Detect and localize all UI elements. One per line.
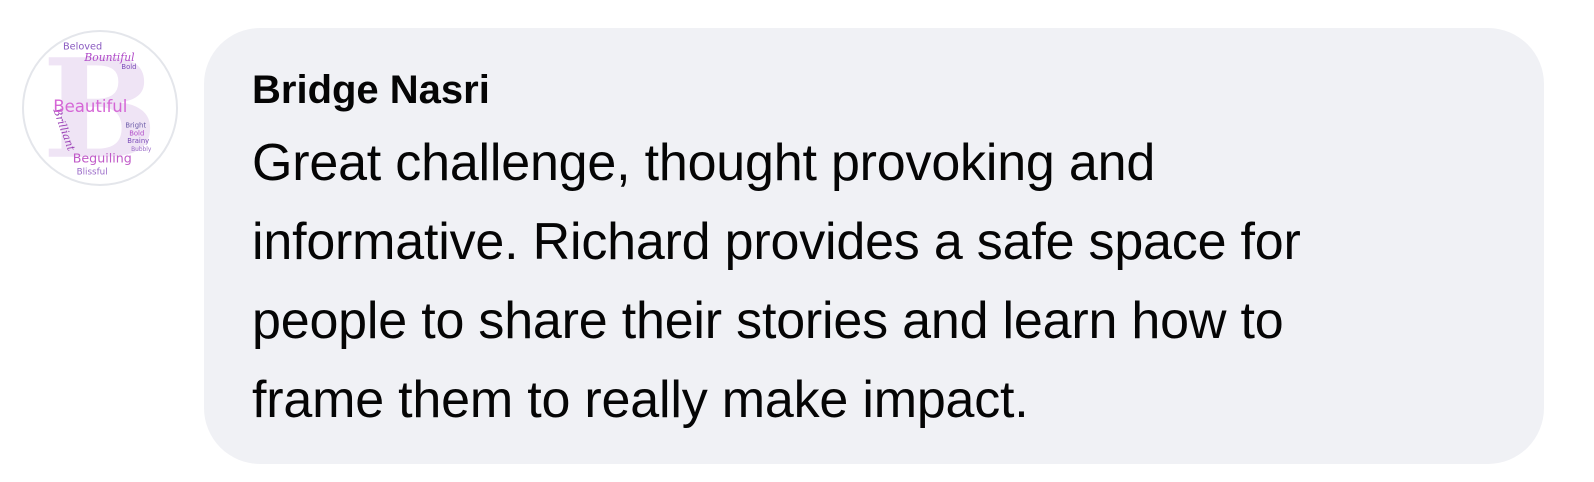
comment-author-name[interactable]: Bridge Nasri (252, 66, 1504, 114)
comment-bubble: Bridge Nasri Great challenge, thought pr… (204, 28, 1544, 464)
svg-text:Brainy: Brainy (127, 137, 149, 145)
svg-text:Blissful: Blissful (77, 167, 108, 177)
word-cloud-b-icon: B Beloved Bountiful Bold Brilliant Beaut… (42, 32, 157, 184)
svg-text:Bold: Bold (129, 129, 144, 137)
avatar[interactable]: B Beloved Bountiful Bold Brilliant Beaut… (22, 30, 178, 186)
svg-text:Beguiling: Beguiling (73, 151, 132, 166)
svg-text:Beautiful: Beautiful (53, 97, 127, 116)
svg-text:Bold: Bold (121, 63, 136, 71)
svg-text:Bright: Bright (125, 121, 146, 129)
svg-text:Bubbly: Bubbly (131, 147, 152, 153)
comment-text: Great challenge, thought provoking and i… (252, 134, 1301, 429)
